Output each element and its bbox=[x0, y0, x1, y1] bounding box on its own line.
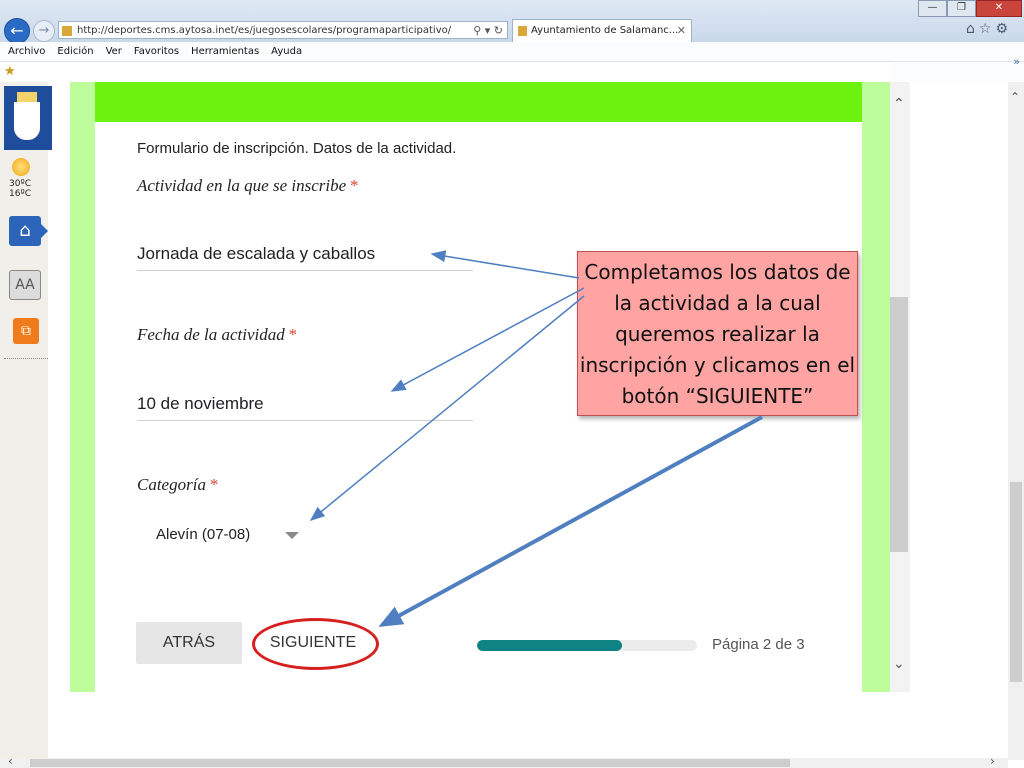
inner-scrollbar[interactable]: ⌃ ⌄ bbox=[890, 82, 910, 692]
sidebar-divider bbox=[4, 358, 48, 359]
progress-bar bbox=[477, 640, 697, 651]
activity-input[interactable]: Jornada de escalada y caballos bbox=[137, 244, 473, 271]
sun-icon bbox=[12, 158, 30, 176]
tab-title: Ayuntamiento de Salamanc... bbox=[531, 25, 679, 36]
instruction-callout: Completamos los datos de la actividad a … bbox=[577, 251, 858, 416]
tab-close-icon[interactable]: ✕ bbox=[677, 20, 686, 42]
horizontal-scrollbar[interactable]: ‹ › bbox=[0, 754, 1008, 768]
favorites-bar-end bbox=[892, 62, 1024, 81]
crown-icon bbox=[17, 92, 37, 102]
site-favicon-icon bbox=[62, 26, 72, 36]
scroll-up-icon[interactable]: ⌃ bbox=[1010, 90, 1020, 104]
restore-icon[interactable]: ❐ bbox=[947, 0, 976, 17]
menu-item[interactable]: Ayuda bbox=[271, 46, 302, 57]
category-dropdown[interactable]: Alevín (07-08) bbox=[156, 526, 250, 543]
scroll-left-icon[interactable]: ‹ bbox=[8, 754, 13, 768]
rss-icon[interactable]: ⧉ bbox=[13, 318, 39, 344]
required-mark: * bbox=[208, 475, 218, 494]
chevron-up-icon[interactable]: ⌃ bbox=[893, 96, 905, 112]
date-input[interactable]: 10 de noviembre bbox=[137, 394, 473, 421]
favorites-bar bbox=[0, 62, 892, 81]
text-size-icon[interactable]: AA bbox=[9, 270, 41, 300]
shield-icon bbox=[14, 102, 40, 140]
search-refresh-icon[interactable]: ⚲ ▾ ↻ bbox=[473, 22, 503, 40]
required-mark: * bbox=[349, 176, 358, 195]
home-icon[interactable]: ⌂ bbox=[9, 216, 48, 246]
menu-item[interactable]: Archivo bbox=[8, 46, 45, 57]
page-scrollbar-thumb[interactable] bbox=[1010, 482, 1022, 682]
menu-item[interactable]: Herramientas bbox=[191, 46, 259, 57]
window-controls: — ❐ ✕ bbox=[918, 0, 1022, 17]
minimize-icon[interactable]: — bbox=[918, 0, 947, 17]
temp-high: 30ºC bbox=[9, 179, 31, 189]
menu-item[interactable]: Favoritos bbox=[134, 46, 179, 57]
question-date-label: Fecha de la actividad * bbox=[137, 325, 296, 345]
dropdown-arrow-icon[interactable] bbox=[285, 532, 299, 539]
form-header-band bbox=[95, 82, 862, 122]
question-label: Fecha de la actividad bbox=[137, 325, 285, 344]
scroll-right-icon[interactable]: › bbox=[990, 754, 995, 768]
menu-bar: Archivo Edición Ver Favoritos Herramientas Ay… bbox=[0, 42, 1024, 62]
address-bar[interactable]: http://deportes.cms.aytosa.inet/es/juego… bbox=[58, 21, 508, 39]
progress-bar-fill bbox=[477, 640, 623, 651]
menu-item[interactable]: Ver bbox=[106, 46, 122, 57]
home-star-gear-icons[interactable]: ⌂☆⚙ bbox=[966, 21, 1012, 37]
page-indicator: Página 2 de 3 bbox=[712, 636, 805, 653]
back-button[interactable]: ATRÁS bbox=[136, 622, 242, 664]
forward-arrow-icon[interactable]: → bbox=[33, 20, 55, 42]
city-crest-logo[interactable] bbox=[4, 86, 52, 150]
question-activity-label: Actividad en la que se inscribe * bbox=[137, 176, 358, 196]
temp-low: 16ºC bbox=[9, 189, 31, 199]
question-category-label: Categoría * bbox=[137, 475, 217, 495]
window-close-icon[interactable]: ✕ bbox=[976, 0, 1022, 17]
question-label: Categoría bbox=[137, 475, 206, 494]
weather-temps: 30ºC 16ºC bbox=[9, 179, 31, 199]
favorites-star-icon[interactable]: ★ bbox=[4, 64, 16, 79]
form-section-title: Formulario de inscripción. Datos de la a… bbox=[137, 140, 457, 157]
next-button-highlight-ellipse bbox=[252, 618, 379, 670]
url-text: http://deportes.cms.aytosa.inet/es/juego… bbox=[77, 25, 452, 36]
required-mark: * bbox=[287, 325, 297, 344]
tab-favicon-icon bbox=[518, 26, 527, 36]
horizontal-scrollbar-thumb[interactable] bbox=[30, 759, 790, 767]
menu-item[interactable]: Edición bbox=[57, 46, 93, 57]
question-label: Actividad en la que se inscribe bbox=[137, 176, 347, 195]
chevron-more-icon[interactable]: » bbox=[1013, 55, 1020, 68]
inner-scrollbar-thumb[interactable] bbox=[890, 297, 908, 552]
back-arrow-icon[interactable]: ← bbox=[4, 18, 30, 44]
chevron-down-icon[interactable]: ⌄ bbox=[893, 656, 905, 672]
browser-tab[interactable]: Ayuntamiento de Salamanc... ✕ bbox=[512, 19, 692, 42]
page-scrollbar[interactable]: ⌃ bbox=[1008, 82, 1024, 760]
